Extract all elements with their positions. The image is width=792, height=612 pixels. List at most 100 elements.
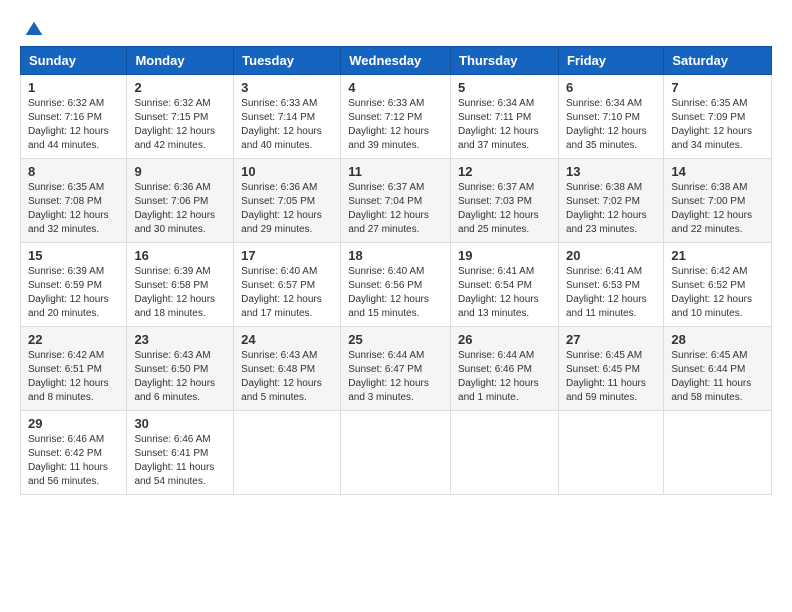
day-info: Sunrise: 6:39 AMSunset: 6:59 PMDaylight:… [28,265,119,321]
day-number: 29 [28,416,119,431]
day-number: 28 [671,332,764,347]
table-row: 12 Sunrise: 6:37 AMSunset: 7:03 PMDaylig… [451,159,559,243]
day-info: Sunrise: 6:33 AMSunset: 7:12 PMDaylight:… [348,97,443,153]
table-row: 23 Sunrise: 6:43 AMSunset: 6:50 PMDaylig… [127,327,234,411]
table-row: 21 Sunrise: 6:42 AMSunset: 6:52 PMDaylig… [664,243,772,327]
table-row [234,411,341,495]
header-friday: Friday [558,47,663,75]
table-row: 15 Sunrise: 6:39 AMSunset: 6:59 PMDaylig… [21,243,127,327]
table-row: 3 Sunrise: 6:33 AMSunset: 7:14 PMDayligh… [234,75,341,159]
day-number: 24 [241,332,333,347]
table-row: 2 Sunrise: 6:32 AMSunset: 7:15 PMDayligh… [127,75,234,159]
header-monday: Monday [127,47,234,75]
header-saturday: Saturday [664,47,772,75]
header-sunday: Sunday [21,47,127,75]
calendar-row: 29 Sunrise: 6:46 AMSunset: 6:42 PMDaylig… [21,411,772,495]
day-info: Sunrise: 6:45 AMSunset: 6:45 PMDaylight:… [566,349,656,405]
table-row: 17 Sunrise: 6:40 AMSunset: 6:57 PMDaylig… [234,243,341,327]
day-info: Sunrise: 6:34 AMSunset: 7:11 PMDaylight:… [458,97,551,153]
day-number: 18 [348,248,443,263]
table-row: 29 Sunrise: 6:46 AMSunset: 6:42 PMDaylig… [21,411,127,495]
table-row [558,411,663,495]
day-number: 7 [671,80,764,95]
table-row [664,411,772,495]
day-info: Sunrise: 6:43 AMSunset: 6:48 PMDaylight:… [241,349,333,405]
calendar-row: 1 Sunrise: 6:32 AMSunset: 7:16 PMDayligh… [21,75,772,159]
calendar-row: 8 Sunrise: 6:35 AMSunset: 7:08 PMDayligh… [21,159,772,243]
day-number: 26 [458,332,551,347]
day-info: Sunrise: 6:44 AMSunset: 6:47 PMDaylight:… [348,349,443,405]
calendar-table: Sunday Monday Tuesday Wednesday Thursday… [20,46,772,495]
day-info: Sunrise: 6:36 AMSunset: 7:06 PMDaylight:… [134,181,226,237]
day-number: 2 [134,80,226,95]
day-number: 21 [671,248,764,263]
day-info: Sunrise: 6:40 AMSunset: 6:56 PMDaylight:… [348,265,443,321]
table-row: 28 Sunrise: 6:45 AMSunset: 6:44 PMDaylig… [664,327,772,411]
table-row: 20 Sunrise: 6:41 AMSunset: 6:53 PMDaylig… [558,243,663,327]
weekday-header-row: Sunday Monday Tuesday Wednesday Thursday… [21,47,772,75]
table-row: 24 Sunrise: 6:43 AMSunset: 6:48 PMDaylig… [234,327,341,411]
day-info: Sunrise: 6:32 AMSunset: 7:16 PMDaylight:… [28,97,119,153]
table-row: 18 Sunrise: 6:40 AMSunset: 6:56 PMDaylig… [341,243,451,327]
table-row: 9 Sunrise: 6:36 AMSunset: 7:06 PMDayligh… [127,159,234,243]
header-tuesday: Tuesday [234,47,341,75]
day-number: 22 [28,332,119,347]
day-info: Sunrise: 6:40 AMSunset: 6:57 PMDaylight:… [241,265,333,321]
day-number: 20 [566,248,656,263]
table-row: 11 Sunrise: 6:37 AMSunset: 7:04 PMDaylig… [341,159,451,243]
table-row [341,411,451,495]
day-number: 30 [134,416,226,431]
day-number: 16 [134,248,226,263]
header-wednesday: Wednesday [341,47,451,75]
day-number: 3 [241,80,333,95]
logo [20,20,44,36]
day-info: Sunrise: 6:41 AMSunset: 6:53 PMDaylight:… [566,265,656,321]
day-info: Sunrise: 6:45 AMSunset: 6:44 PMDaylight:… [671,349,764,405]
day-number: 6 [566,80,656,95]
day-number: 14 [671,164,764,179]
day-info: Sunrise: 6:39 AMSunset: 6:58 PMDaylight:… [134,265,226,321]
day-info: Sunrise: 6:37 AMSunset: 7:04 PMDaylight:… [348,181,443,237]
day-info: Sunrise: 6:42 AMSunset: 6:51 PMDaylight:… [28,349,119,405]
day-info: Sunrise: 6:44 AMSunset: 6:46 PMDaylight:… [458,349,551,405]
day-number: 5 [458,80,551,95]
day-info: Sunrise: 6:33 AMSunset: 7:14 PMDaylight:… [241,97,333,153]
calendar-row: 15 Sunrise: 6:39 AMSunset: 6:59 PMDaylig… [21,243,772,327]
table-row [451,411,559,495]
day-info: Sunrise: 6:35 AMSunset: 7:08 PMDaylight:… [28,181,119,237]
table-row: 8 Sunrise: 6:35 AMSunset: 7:08 PMDayligh… [21,159,127,243]
day-number: 9 [134,164,226,179]
day-info: Sunrise: 6:32 AMSunset: 7:15 PMDaylight:… [134,97,226,153]
day-number: 10 [241,164,333,179]
header-thursday: Thursday [451,47,559,75]
day-info: Sunrise: 6:37 AMSunset: 7:03 PMDaylight:… [458,181,551,237]
day-number: 19 [458,248,551,263]
day-info: Sunrise: 6:41 AMSunset: 6:54 PMDaylight:… [458,265,551,321]
table-row: 30 Sunrise: 6:46 AMSunset: 6:41 PMDaylig… [127,411,234,495]
table-row: 16 Sunrise: 6:39 AMSunset: 6:58 PMDaylig… [127,243,234,327]
day-number: 13 [566,164,656,179]
day-number: 25 [348,332,443,347]
day-number: 1 [28,80,119,95]
day-number: 27 [566,332,656,347]
day-info: Sunrise: 6:38 AMSunset: 7:00 PMDaylight:… [671,181,764,237]
day-number: 11 [348,164,443,179]
day-info: Sunrise: 6:46 AMSunset: 6:42 PMDaylight:… [28,433,119,489]
table-row: 27 Sunrise: 6:45 AMSunset: 6:45 PMDaylig… [558,327,663,411]
day-info: Sunrise: 6:46 AMSunset: 6:41 PMDaylight:… [134,433,226,489]
day-number: 12 [458,164,551,179]
day-number: 17 [241,248,333,263]
day-info: Sunrise: 6:34 AMSunset: 7:10 PMDaylight:… [566,97,656,153]
calendar-row: 22 Sunrise: 6:42 AMSunset: 6:51 PMDaylig… [21,327,772,411]
logo-icon [24,20,44,40]
table-row: 19 Sunrise: 6:41 AMSunset: 6:54 PMDaylig… [451,243,559,327]
table-row: 13 Sunrise: 6:38 AMSunset: 7:02 PMDaylig… [558,159,663,243]
table-row: 5 Sunrise: 6:34 AMSunset: 7:11 PMDayligh… [451,75,559,159]
table-row: 10 Sunrise: 6:36 AMSunset: 7:05 PMDaylig… [234,159,341,243]
table-row: 4 Sunrise: 6:33 AMSunset: 7:12 PMDayligh… [341,75,451,159]
table-row: 25 Sunrise: 6:44 AMSunset: 6:47 PMDaylig… [341,327,451,411]
page-header [20,20,772,36]
day-info: Sunrise: 6:35 AMSunset: 7:09 PMDaylight:… [671,97,764,153]
table-row: 6 Sunrise: 6:34 AMSunset: 7:10 PMDayligh… [558,75,663,159]
day-number: 4 [348,80,443,95]
